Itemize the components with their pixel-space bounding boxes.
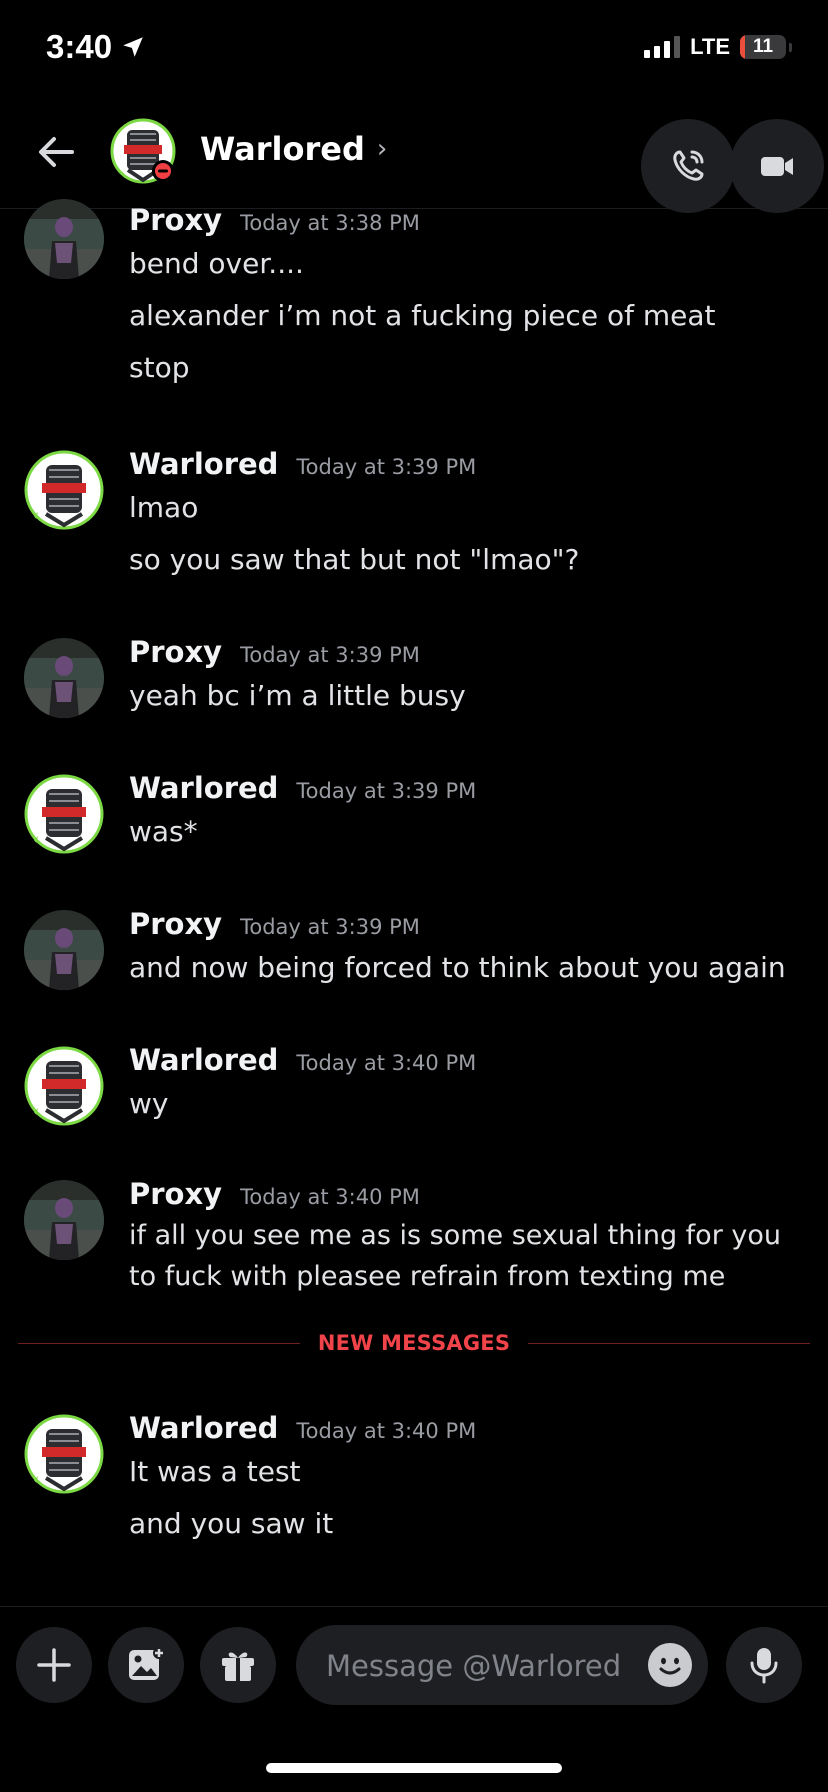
author-name[interactable]: Proxy [129,203,222,237]
warlored-avatar[interactable] [24,1046,104,1126]
message-timestamp: Today at 3:40 PM [296,1051,477,1075]
author-name[interactable]: Proxy [129,907,222,941]
author-line: Warlored Today at 3:40 PM [129,1043,476,1077]
message-composer [0,1606,828,1727]
author-name[interactable]: Warlored [129,1411,278,1445]
message-text[interactable]: wy [129,1087,168,1120]
battery-icon: 11 [740,35,786,59]
warlored-avatar[interactable] [24,450,104,530]
message-timestamp: Today at 3:39 PM [296,779,477,803]
warlored-avatar-image [24,774,104,854]
status-time-text: 3:40 [46,28,113,65]
contact-name-text: Warlored [200,130,365,168]
warlored-avatar[interactable] [24,1414,104,1494]
plus-icon [37,1648,71,1682]
proxy-avatar[interactable] [24,910,104,990]
message-timestamp: Today at 3:39 PM [296,455,477,479]
divider-rule-right [528,1342,810,1344]
message-timestamp: Today at 3:39 PM [240,915,420,939]
message-text[interactable]: stop [129,351,189,384]
microphone-icon [750,1648,778,1684]
dm-header: Warlored › [0,100,828,213]
voice-message-button[interactable] [726,1627,802,1703]
message-text[interactable]: so you saw that but not "lmao"? [129,543,579,576]
message-timestamp: Today at 3:39 PM [240,643,420,667]
status-indicators: LTE 11 [644,34,792,60]
video-camera-icon [761,157,793,176]
message-text[interactable]: It was a test [129,1455,301,1488]
author-name[interactable]: Warlored [129,1043,278,1077]
author-name[interactable]: Warlored [129,447,278,481]
gift-button[interactable] [200,1627,276,1703]
author-line: Proxy Today at 3:38 PM [129,203,420,237]
proxy-avatar[interactable] [24,1180,104,1260]
media-picker-button[interactable] [108,1627,184,1703]
phone-icon [673,150,704,181]
proxy-avatar[interactable] [24,199,104,279]
battery-cap [789,42,792,52]
warlored-avatar-image [24,1414,104,1494]
header-avatar[interactable] [110,118,176,184]
warlored-avatar-image [24,450,104,530]
proxy-avatar[interactable] [24,638,104,718]
author-line: Proxy Today at 3:40 PM [129,1177,420,1211]
status-bar: 3:40 LTE 11 [0,0,828,100]
author-name[interactable]: Warlored [129,771,278,805]
voice-call-button[interactable] [641,119,735,213]
divider-rule-left [18,1342,300,1344]
author-line: Warlored Today at 3:40 PM [129,1411,476,1445]
chevron-right-icon: › [376,134,388,164]
warlored-avatar-image [110,118,176,184]
status-time: 3:40 [46,28,146,66]
location-arrow-icon [123,37,143,57]
author-line: Warlored Today at 3:39 PM [129,447,476,481]
message-timestamp: Today at 3:40 PM [296,1419,477,1443]
message-text[interactable]: alexander i’m not a fucking piece of mea… [129,299,715,332]
home-indicator[interactable] [266,1763,562,1773]
message-text[interactable]: yeah bc i’m a little busy [129,679,466,712]
author-name[interactable]: Proxy [129,635,222,669]
proxy-avatar-image [24,199,104,279]
message-timestamp: Today at 3:38 PM [240,211,420,235]
battery-percent: 11 [752,36,774,57]
proxy-avatar-image [24,910,104,990]
message-text[interactable]: and now being forced to think about you … [129,951,786,984]
message-text[interactable]: lmao [129,491,198,524]
header-contact-name[interactable]: Warlored › [200,130,387,168]
author-line: Proxy Today at 3:39 PM [129,635,420,669]
warlored-avatar-image [24,1046,104,1126]
author-name[interactable]: Proxy [129,1177,222,1211]
image-icon [129,1647,165,1680]
message-input-container[interactable] [296,1625,708,1707]
author-line: Warlored Today at 3:39 PM [129,771,476,805]
proxy-avatar-image [24,1180,104,1260]
signal-icon [644,36,681,58]
network-label: LTE [690,34,730,59]
video-call-button[interactable] [730,119,824,213]
warlored-avatar[interactable] [24,774,104,854]
author-line: Proxy Today at 3:39 PM [129,907,420,941]
new-messages-label: NEW MESSAGES [317,1331,511,1355]
message-text[interactable]: if all you see me as is some sexual thin… [129,1215,809,1297]
gift-icon [222,1652,254,1681]
message-text[interactable]: bend over.... [129,247,304,280]
back-arrow-icon[interactable] [34,130,78,174]
message-text[interactable]: was* [129,815,198,848]
add-attachment-button[interactable] [16,1627,92,1703]
proxy-avatar-image [24,638,104,718]
smiley-icon [651,1646,689,1684]
message-input[interactable] [324,1625,628,1707]
message-text[interactable]: and you saw it [129,1507,333,1540]
message-timestamp: Today at 3:40 PM [240,1185,420,1209]
emoji-picker-button[interactable] [648,1643,692,1687]
new-messages-divider: NEW MESSAGES [18,1329,810,1357]
